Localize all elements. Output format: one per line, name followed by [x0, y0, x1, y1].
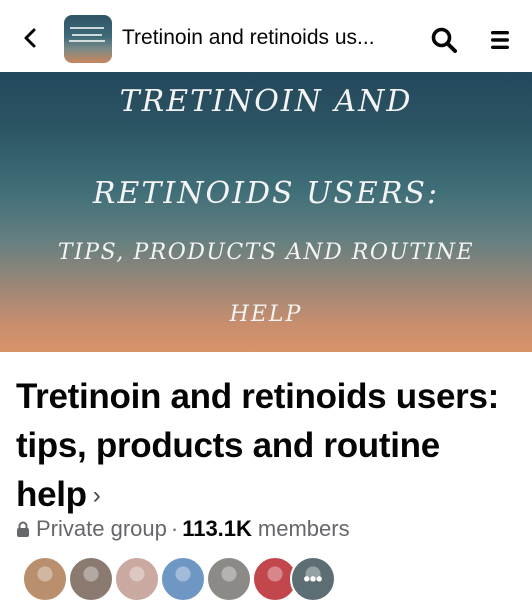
menu-icon: [491, 31, 509, 49]
more-icon: •••: [303, 568, 323, 589]
cover-text-line: RETINOIDS USERS:: [92, 176, 440, 211]
member-avatar[interactable]: [114, 556, 160, 600]
cover-photo[interactable]: TRETINOIN AND RETINOIDS USERS: TIPS, PRO…: [0, 72, 532, 352]
cover-text-line: TIPS, PRODUCTS AND ROUTINE: [57, 240, 475, 265]
members-label[interactable]: members: [258, 516, 350, 542]
header-title[interactable]: Tretinoin and retinoids us...: [122, 26, 412, 50]
member-avatar[interactable]: [206, 556, 252, 600]
member-avatar[interactable]: [160, 556, 206, 600]
group-thumbnail[interactable]: [64, 15, 112, 63]
cover-text-line: TRETINOIN AND: [119, 84, 413, 119]
privacy-label: Private group: [36, 516, 167, 541]
group-meta: Private group · 113.1K members: [16, 516, 350, 542]
lock-icon: [17, 521, 29, 537]
group-title-text[interactable]: Tretinoin and retinoids users: tips, pro…: [16, 377, 499, 514]
chevron-right-icon[interactable]: ›: [93, 482, 101, 509]
separator-dot: ·: [170, 516, 179, 541]
back-button[interactable]: [14, 22, 46, 54]
group-title[interactable]: Tretinoin and retinoids users: tips, pro…: [16, 372, 506, 523]
top-navigation-bar: Tretinoin and retinoids us...: [0, 0, 532, 72]
search-button[interactable]: [428, 24, 460, 56]
member-avatar[interactable]: [22, 556, 68, 600]
back-chevron-icon: [24, 28, 36, 48]
more-members-avatar[interactable]: •••: [290, 556, 336, 600]
member-avatar[interactable]: [68, 556, 114, 600]
menu-button[interactable]: [484, 24, 516, 56]
member-count[interactable]: 113.1K: [182, 516, 252, 542]
search-icon: [431, 27, 457, 53]
cover-text-line: HELP: [229, 302, 303, 327]
